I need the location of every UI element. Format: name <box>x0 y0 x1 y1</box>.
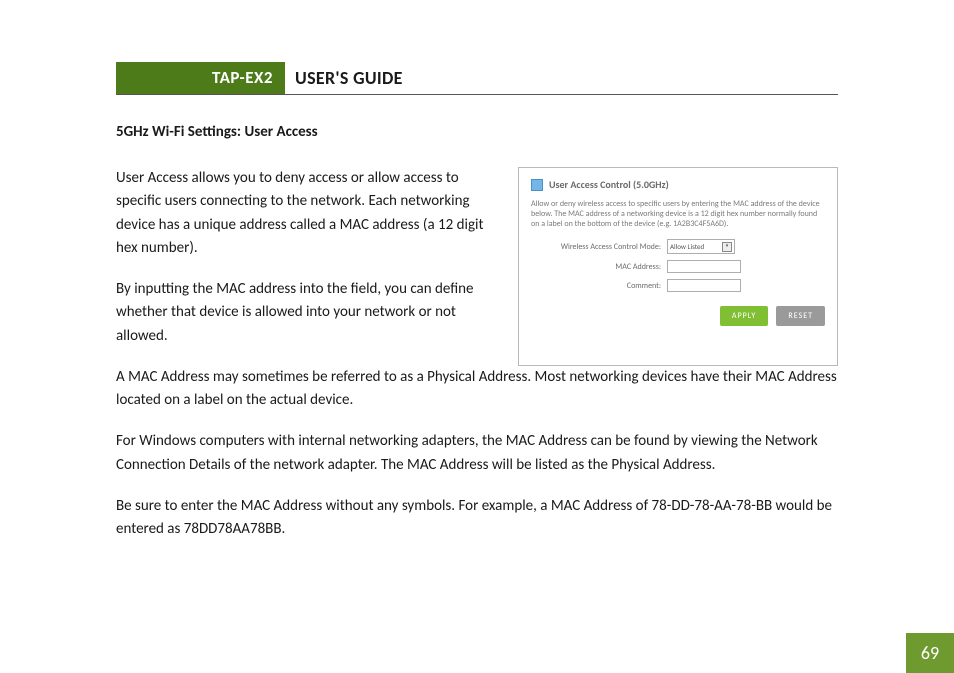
paragraph-4: For Windows computers with internal netw… <box>116 430 838 477</box>
paragraph-5: Be sure to enter the MAC Address without… <box>116 495 838 542</box>
comment-input[interactable] <box>667 279 741 292</box>
title-bar: TAP-EX2 USER'S GUIDE <box>116 62 838 95</box>
body-text-full: A MAC Address may sometimes be referred … <box>116 366 838 542</box>
panel-title: User Access Control (5.0GHz) <box>531 178 825 191</box>
paragraph-3: A MAC Address may sometimes be referred … <box>116 366 838 413</box>
panel-title-text: User Access Control (5.0GHz) <box>549 178 669 191</box>
mode-select-value: Allow Listed <box>670 242 704 251</box>
body-text-left: User Access allows you to deny access or… <box>116 167 502 366</box>
mac-address-label: MAC Address: <box>531 262 661 272</box>
page-number: 69 <box>906 633 954 673</box>
mode-label: Wireless Access Control Mode: <box>531 242 661 252</box>
paragraph-2: By inputting the MAC address into the fi… <box>116 278 502 348</box>
mode-select[interactable]: Allow Listed ▾ <box>667 239 735 254</box>
section-heading: 5GHz Wi-Fi Settings: User Access <box>116 123 838 141</box>
mac-address-input[interactable] <box>667 260 741 273</box>
user-access-panel: User Access Control (5.0GHz) Allow or de… <box>518 167 838 366</box>
chevron-down-icon: ▾ <box>722 242 732 252</box>
panel-title-icon <box>531 179 543 191</box>
panel-form: Wireless Access Control Mode: Allow List… <box>531 239 825 292</box>
paragraph-1: User Access allows you to deny access or… <box>116 167 502 260</box>
product-badge: TAP-EX2 <box>116 62 285 94</box>
panel-description: Allow or deny wireless access to specifi… <box>531 199 825 229</box>
reset-button[interactable]: RESET <box>776 306 825 326</box>
guide-title: USER'S GUIDE <box>285 62 403 94</box>
apply-button[interactable]: APPLY <box>720 306 769 326</box>
comment-label: Comment: <box>531 281 661 291</box>
